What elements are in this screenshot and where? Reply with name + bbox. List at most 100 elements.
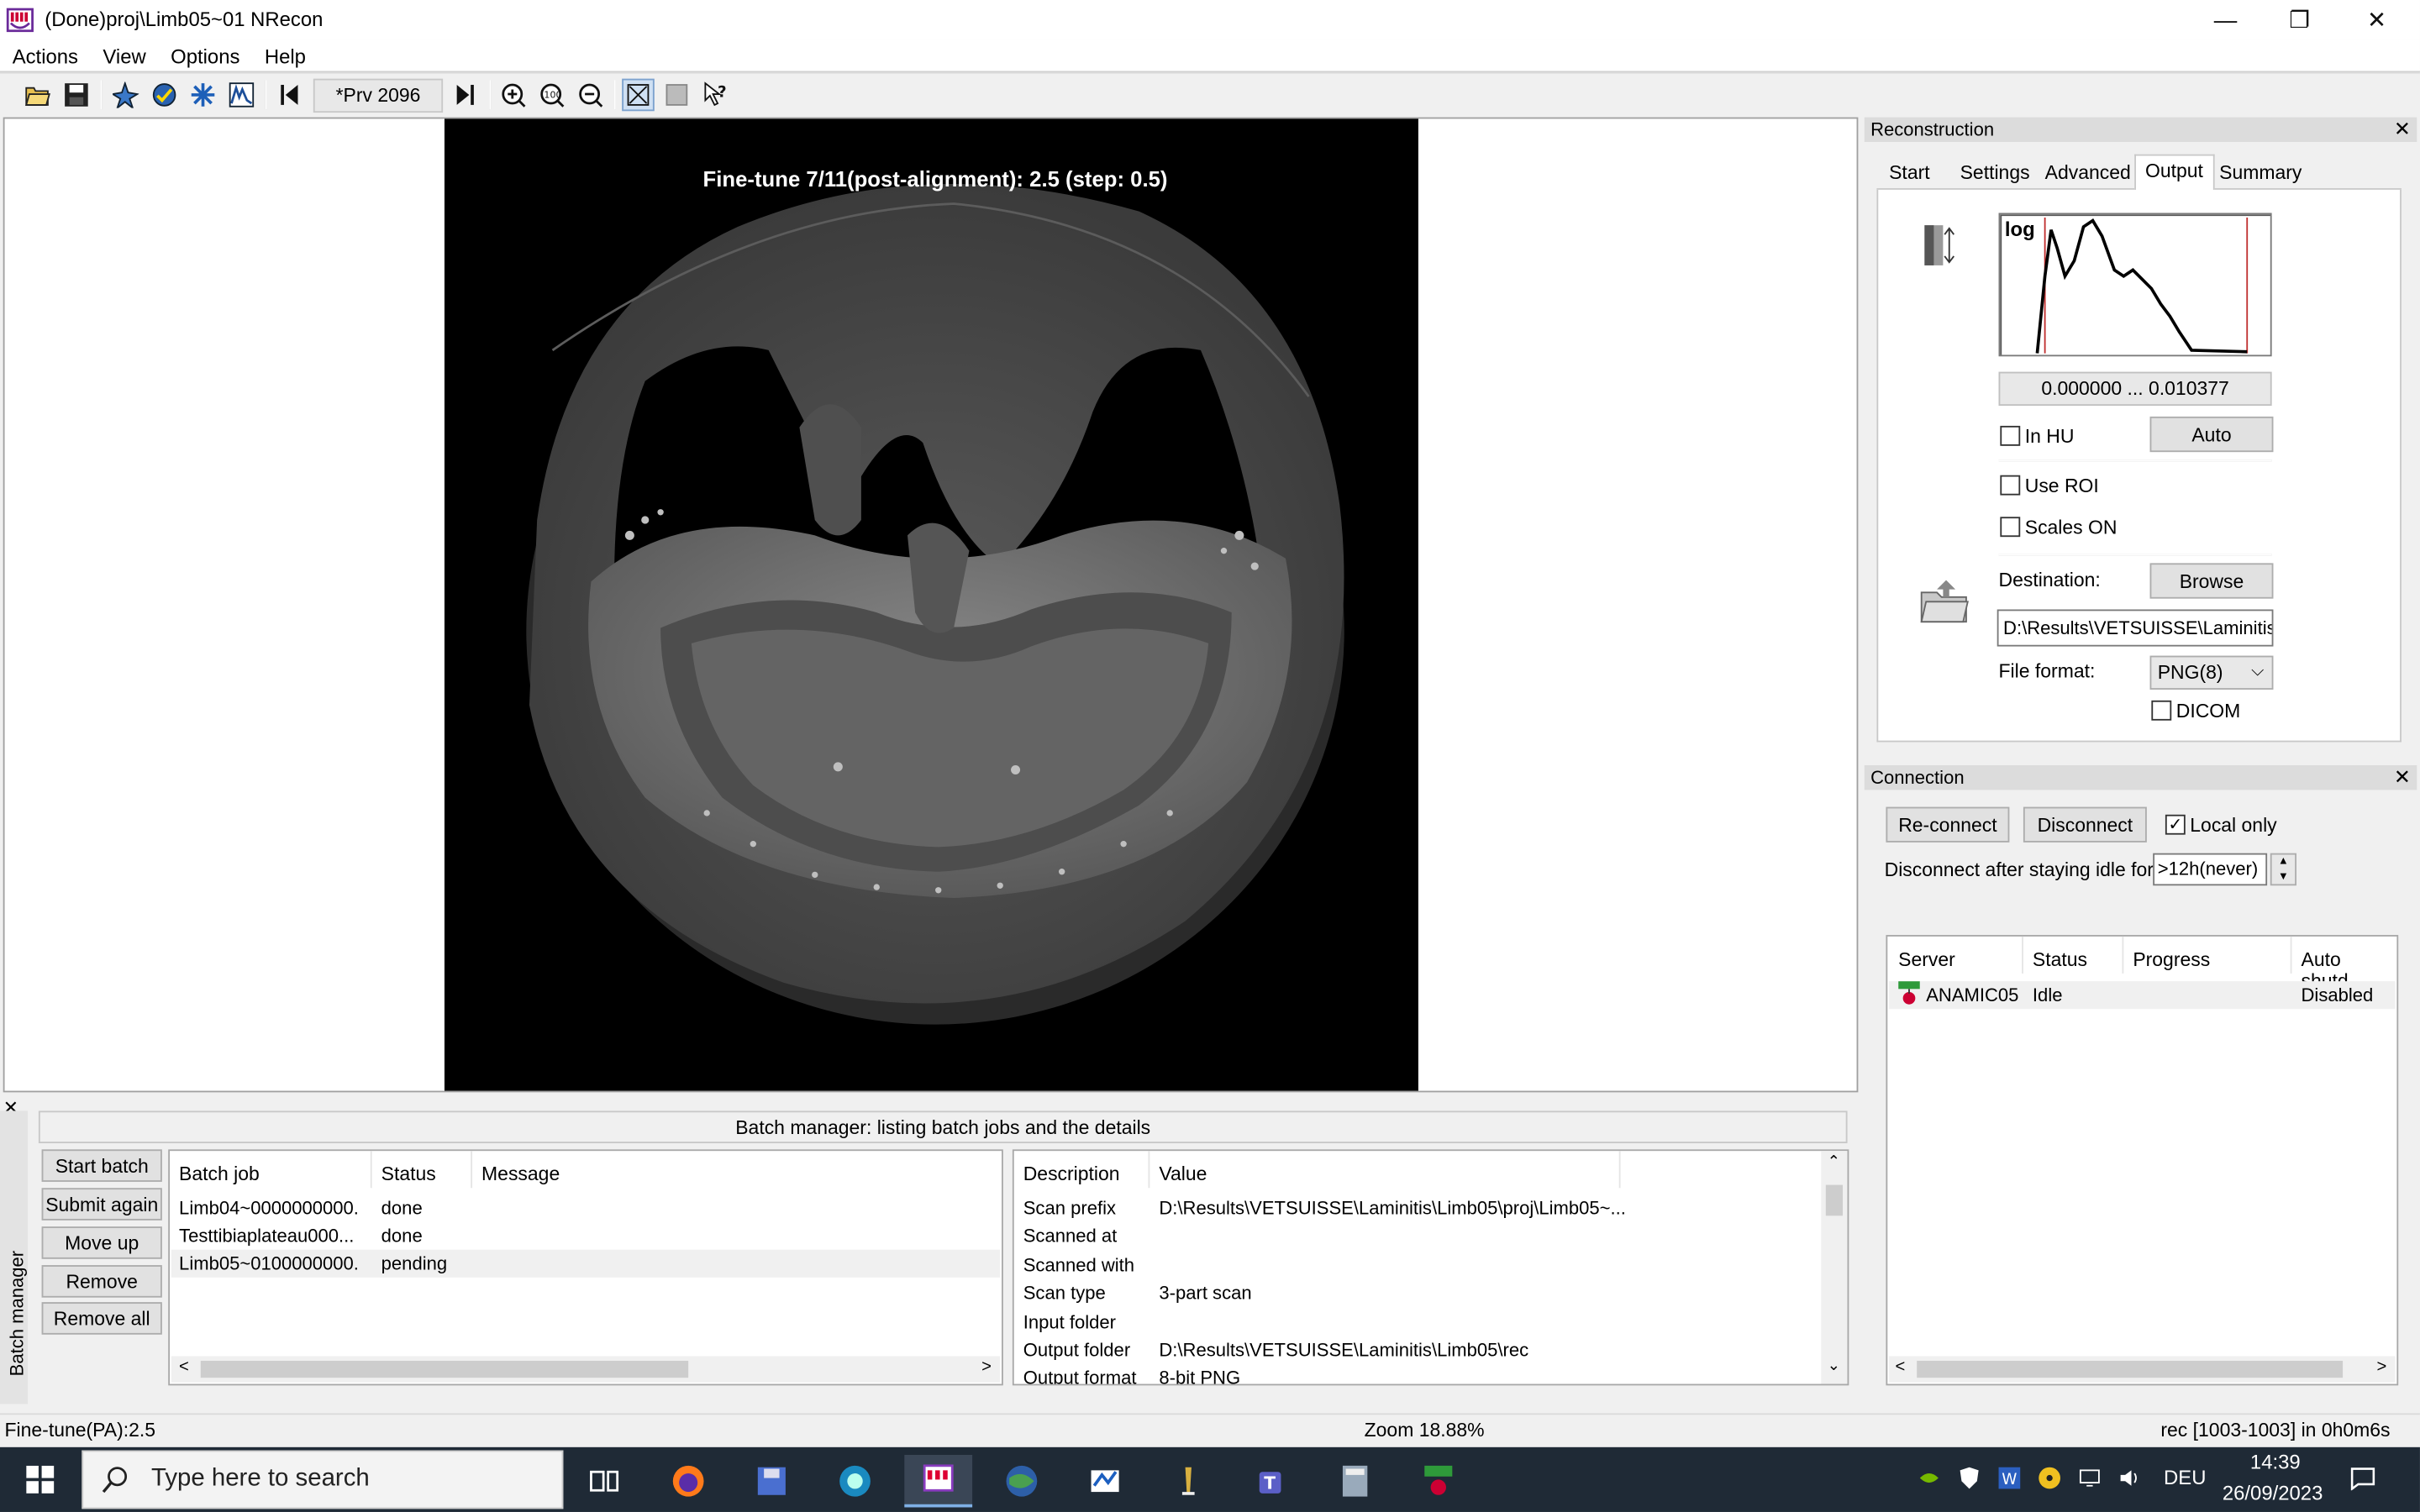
detail-row[interactable]: Scanned with xyxy=(1016,1252,1818,1280)
close-connection-icon[interactable]: ✕ xyxy=(2394,765,2411,790)
dicom-checkbox[interactable] xyxy=(2151,700,2172,721)
table-row[interactable]: Testtibiaplateau000... done xyxy=(171,1222,1000,1250)
fit-window-icon[interactable] xyxy=(622,78,655,112)
nrecon-taskbar-icon[interactable] xyxy=(904,1455,973,1508)
clock-date[interactable]: 26/09/2023 xyxy=(2223,1481,2323,1504)
open-folder-icon[interactable] xyxy=(22,79,55,112)
bird-app-icon[interactable] xyxy=(1155,1455,1223,1507)
scroll-left-icon[interactable]: < xyxy=(179,1357,189,1376)
use-roi-checkbox[interactable] xyxy=(2000,475,2021,496)
histogram-plot[interactable]: log xyxy=(1998,213,2272,357)
scales-on-checkbox[interactable] xyxy=(2000,517,2021,538)
column-status[interactable]: Status xyxy=(2033,949,2087,971)
start-batch-button[interactable]: Start batch xyxy=(41,1149,162,1182)
tab-start[interactable]: Start xyxy=(1880,157,1939,190)
remove-all-button[interactable]: Remove all xyxy=(41,1302,162,1335)
security-tray-icon[interactable] xyxy=(1957,1466,1981,1495)
vertical-scrollbar[interactable]: ⌃ ⌄ xyxy=(1821,1151,1848,1384)
detail-row[interactable]: Input folder xyxy=(1016,1310,1818,1337)
destination-path-field[interactable]: D:\Results\VETSUISSE\Laminitis xyxy=(1996,609,2274,647)
reconstruct-preview-icon[interactable] xyxy=(109,79,142,112)
range-display[interactable]: 0.000000 ... 0.010377 xyxy=(1998,371,2272,407)
disconnect-button[interactable]: Disconnect xyxy=(2023,806,2147,843)
tab-settings[interactable]: Settings xyxy=(1951,157,2039,190)
globe-app-icon[interactable] xyxy=(987,1455,1055,1507)
save-disk-icon[interactable] xyxy=(60,79,93,112)
destination-folder-icon[interactable] xyxy=(1918,577,1970,627)
context-help-icon[interactable]: ? xyxy=(699,79,732,112)
table-row[interactable]: Limb04~0000000000. done xyxy=(171,1194,1000,1222)
close-window-button[interactable]: ✕ xyxy=(2339,0,2413,40)
move-up-button[interactable]: Move up xyxy=(41,1226,162,1259)
volume-tray-icon[interactable] xyxy=(2118,1466,2145,1495)
menu-help[interactable]: Help xyxy=(252,44,318,67)
start-button[interactable] xyxy=(0,1447,81,1512)
last-frame-icon[interactable] xyxy=(449,79,481,112)
nvidia-tray-icon[interactable] xyxy=(1917,1466,1941,1495)
settings-star-icon[interactable] xyxy=(187,79,219,112)
remove-button[interactable]: Remove xyxy=(41,1265,162,1298)
local-only-checkbox[interactable]: ✓ xyxy=(2165,814,2186,835)
column-batch-job[interactable]: Batch job xyxy=(179,1163,260,1185)
taskbar-search[interactable]: Type here to search xyxy=(82,1450,564,1509)
word-tray-icon[interactable]: W xyxy=(1997,1466,2022,1495)
detail-row[interactable]: Scan type 3-part scan xyxy=(1016,1280,1818,1308)
table-row[interactable]: ANAMIC05 Idle Disabled xyxy=(1889,981,2396,1010)
firefox-icon[interactable] xyxy=(655,1455,723,1507)
clock-time[interactable]: 14:39 xyxy=(2250,1450,2301,1473)
idle-timeout-spinner[interactable]: ▲ ▼ xyxy=(2270,853,2297,886)
detail-row[interactable]: Scan prefix D:\Results\VETSUISSE\Laminit… xyxy=(1016,1195,1818,1223)
histogram-icon[interactable] xyxy=(225,79,258,112)
task-view-icon[interactable] xyxy=(571,1455,639,1507)
scroll-left-icon[interactable]: < xyxy=(1895,1357,1905,1376)
menu-actions[interactable]: Actions xyxy=(0,44,91,67)
browse-button[interactable]: Browse xyxy=(2149,563,2274,599)
column-progress[interactable]: Progress xyxy=(2133,949,2210,971)
restore-button[interactable]: ❐ xyxy=(2263,0,2337,40)
column-server[interactable]: Server xyxy=(1898,949,1955,971)
minimize-button[interactable]: — xyxy=(2188,0,2262,40)
scroll-thumb[interactable] xyxy=(1825,1184,1844,1216)
region-select-icon[interactable] xyxy=(660,79,693,112)
column-value[interactable]: Value xyxy=(1159,1163,1207,1185)
menu-options[interactable]: Options xyxy=(158,44,252,67)
contrast-icon[interactable] xyxy=(1922,222,1965,268)
detail-row[interactable]: Scanned at xyxy=(1016,1224,1818,1252)
column-message[interactable]: Message xyxy=(481,1163,560,1185)
idle-timeout-field[interactable]: >12h(never) xyxy=(2153,853,2268,886)
detail-row[interactable]: Output format 8-bit PNG xyxy=(1016,1365,1818,1383)
notification-icon[interactable] xyxy=(2349,1466,2376,1495)
frame-indicator[interactable]: *Prv 2096 xyxy=(313,78,444,113)
tab-output[interactable]: Output xyxy=(2134,154,2214,192)
tab-summary[interactable]: Summary xyxy=(2210,157,2311,190)
teams-icon[interactable]: T xyxy=(1238,1455,1306,1507)
zoom-in-icon[interactable] xyxy=(497,79,529,112)
scroll-thumb[interactable] xyxy=(200,1360,689,1378)
submit-again-button[interactable]: Submit again xyxy=(41,1188,162,1221)
detail-row[interactable]: Output folder D:\Results\VETSUISSE\Lamin… xyxy=(1016,1337,1818,1365)
column-description[interactable]: Description xyxy=(1023,1163,1120,1185)
reconstruct-start-icon[interactable] xyxy=(148,79,181,112)
zoom-out-icon[interactable] xyxy=(574,79,607,112)
scroll-right-icon[interactable]: > xyxy=(2377,1357,2387,1376)
scan-app-icon[interactable] xyxy=(821,1455,889,1507)
column-job-status[interactable]: Status xyxy=(381,1163,436,1185)
scroll-up-icon[interactable]: ⌃ xyxy=(1828,1154,1840,1171)
close-reconstruction-icon[interactable]: ✕ xyxy=(2394,118,2411,142)
scroll-right-icon[interactable]: > xyxy=(981,1357,992,1376)
tab-advanced[interactable]: Advanced xyxy=(2036,157,2140,190)
horizontal-scrollbar[interactable]: < > xyxy=(1889,1356,2396,1383)
save-app-icon[interactable] xyxy=(738,1455,806,1507)
gpu-monitor-icon[interactable] xyxy=(1404,1455,1472,1507)
calculator-icon[interactable] xyxy=(1321,1455,1389,1507)
reconstructed-slice-image[interactable]: Fine-tune 7/11(post-alignment): 2.5 (ste… xyxy=(444,118,1418,1091)
reconnect-button[interactable]: Re-connect xyxy=(1886,806,2010,843)
file-format-select[interactable]: PNG(8) ⌵ xyxy=(2149,655,2274,690)
first-frame-icon[interactable] xyxy=(273,79,306,112)
network-tray-icon[interactable] xyxy=(2077,1466,2102,1495)
menu-view[interactable]: View xyxy=(91,44,159,67)
horizontal-scrollbar[interactable]: < > xyxy=(171,1356,1001,1383)
scroll-thumb[interactable] xyxy=(1917,1360,2344,1378)
data-viewer-icon[interactable] xyxy=(1071,1455,1139,1507)
auto-button[interactable]: Auto xyxy=(2149,416,2274,453)
